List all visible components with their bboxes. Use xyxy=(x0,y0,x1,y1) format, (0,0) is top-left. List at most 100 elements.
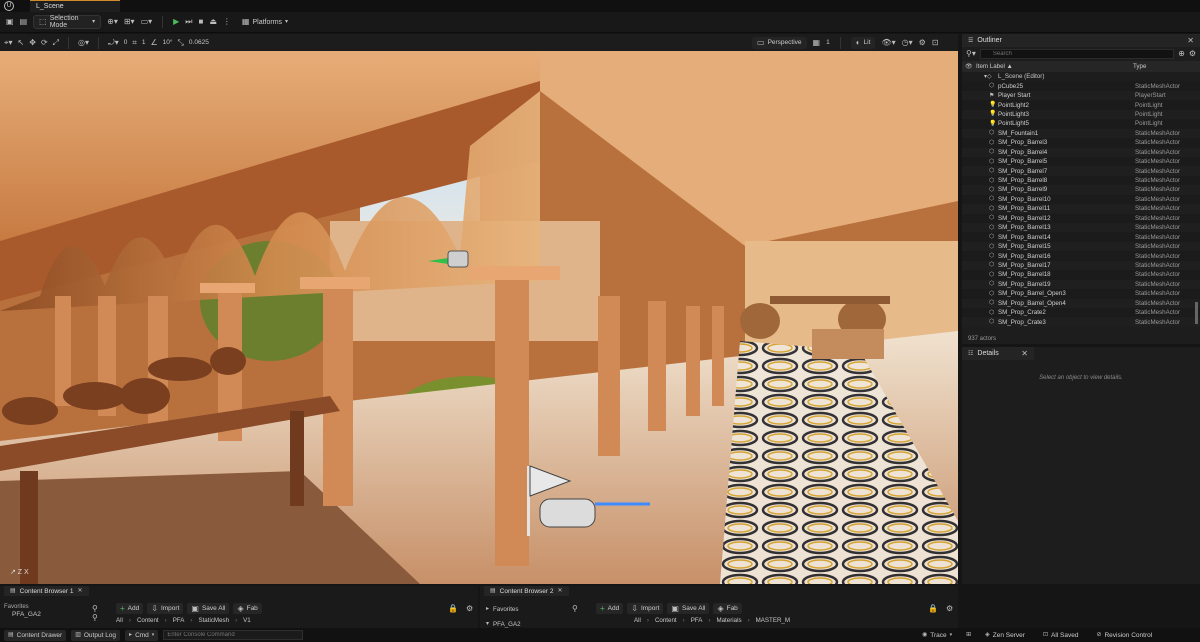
outliner-row[interactable]: ⬡ SM_Prop_Barrel13 StaticMeshActor xyxy=(962,223,1200,233)
add-button[interactable]: + Add xyxy=(596,603,624,614)
level-tab[interactable]: L_Scene xyxy=(30,0,120,12)
trace-button[interactable]: ◉ Trace ▾ xyxy=(918,630,956,641)
platforms-dropdown[interactable]: ▦ Platforms ▾ xyxy=(237,15,293,29)
zen-server-button[interactable]: ◈ Zen Server xyxy=(981,630,1029,641)
breadcrumb-item[interactable]: MASTER_M xyxy=(756,617,790,624)
outliner-row[interactable]: ⬡ SM_Prop_Barrel7 StaticMeshActor xyxy=(962,166,1200,176)
outliner-row[interactable]: ⬡ SM_Prop_Barrel_Open3 StaticMeshActor xyxy=(962,289,1200,299)
close-icon[interactable]: ✕ xyxy=(1187,36,1194,46)
tree-root-row[interactable]: ▾◇ L_Scene (Editor) xyxy=(962,72,1200,81)
surface-snap-icon[interactable]: ⤾▾ xyxy=(108,38,119,48)
outliner-tab[interactable]: ☰ Outliner ✕ xyxy=(962,34,1200,47)
outliner-row[interactable]: ⬡ SM_Prop_Barrel18 StaticMeshActor xyxy=(962,270,1200,280)
all-saved-button[interactable]: ⊡ All Saved xyxy=(1039,630,1083,641)
outliner-row[interactable]: ⬡ SM_Prop_Barrel15 StaticMeshActor xyxy=(962,241,1200,252)
scale-icon[interactable]: ⤢ xyxy=(53,38,59,48)
outliner-row[interactable]: ⬡ SM_Prop_Barrel5 StaticMeshActor xyxy=(962,156,1200,167)
outliner-row[interactable]: ⬡ SM_Prop_Barrel11 StaticMeshActor xyxy=(962,204,1200,214)
search-icon[interactable]: ⚲ xyxy=(92,613,98,623)
grid-snap-icon[interactable]: ⌗ xyxy=(132,38,137,48)
search-icon[interactable]: ⚲ xyxy=(572,604,578,614)
close-icon[interactable]: ✕ xyxy=(1021,349,1028,359)
performance-icon[interactable]: ◷▾ xyxy=(902,38,913,48)
outliner-row[interactable]: ⬡ SM_Prop_Crate2 StaticMeshActor xyxy=(962,307,1200,318)
blueprint-icon[interactable]: ⊞▾ xyxy=(124,17,135,27)
settings-icon[interactable]: ⚙ xyxy=(466,604,473,614)
add-actor-icon[interactable]: ⊕▾ xyxy=(107,17,118,27)
folder-icon[interactable]: ▤ xyxy=(20,17,28,27)
close-icon[interactable]: ✕ xyxy=(558,586,563,596)
rotation-grid-value[interactable]: 0 xyxy=(124,39,128,46)
outliner-row[interactable]: ⬡ SM_Prop_Barrel12 StaticMeshActor xyxy=(962,213,1200,223)
camera-speed-value[interactable]: 1 xyxy=(826,39,830,46)
selection-mode-dropdown[interactable]: ⬚ Selection Mode ▾ xyxy=(33,15,102,29)
cb1-folder[interactable]: PFA_GA2 xyxy=(12,611,41,618)
fab-button[interactable]: ◈ Fab xyxy=(713,603,742,614)
cb2-favorites[interactable]: ▸ Favorites xyxy=(486,604,518,614)
rotation-snap-value[interactable]: 10° xyxy=(163,39,173,46)
settings-icon[interactable]: ⚙ xyxy=(1189,49,1196,59)
outliner-row[interactable]: ⬡ SM_Prop_Barrel19 StaticMeshActor xyxy=(962,279,1200,290)
outliner-row[interactable]: 💡 PointLight5 PointLight xyxy=(962,119,1200,129)
close-icon[interactable]: ✕ xyxy=(78,586,83,596)
content-browser-1-tab[interactable]: ▤ Content Browser 1 ✕ xyxy=(4,586,89,596)
outliner-row[interactable]: ⬡ SM_Prop_Barrel17 StaticMeshActor xyxy=(962,260,1200,271)
outliner-row[interactable]: ⬡ SM_Prop_Barrel14 StaticMeshActor xyxy=(962,232,1200,242)
level-viewport[interactable]: ↗ Z X xyxy=(0,51,958,584)
launch-icon[interactable]: ⏏ xyxy=(209,17,217,27)
breadcrumb-item[interactable]: Content xyxy=(137,617,159,624)
scale-snap-value[interactable]: 0.0625 xyxy=(189,39,209,46)
outliner-row[interactable]: ⬡ SM_Prop_Barrel3 StaticMeshActor xyxy=(962,138,1200,148)
outliner-row[interactable]: ⬡ SM_Prop_Barrel8 StaticMeshActor xyxy=(962,175,1200,186)
cinematics-icon[interactable]: ▭▾ xyxy=(141,17,153,27)
breadcrumb-item[interactable]: V1 xyxy=(243,617,251,624)
breadcrumb-item[interactable]: All xyxy=(116,617,123,624)
show-flags-icon[interactable]: 👁▾ xyxy=(881,38,895,48)
details-tab[interactable]: ☷ Details ✕ xyxy=(962,347,1034,360)
import-button[interactable]: ⇩ Import xyxy=(147,603,184,614)
scale-snap-icon[interactable]: ⤡ xyxy=(178,38,184,48)
select-icon[interactable]: ↖ xyxy=(18,38,25,48)
outliner-row[interactable]: ⬡ SM_Prop_Barrel16 StaticMeshActor xyxy=(962,251,1200,261)
save-all-button[interactable]: ▣ Save All xyxy=(187,603,230,614)
cmd-dropdown[interactable]: ▸ Cmd ▾ xyxy=(125,629,159,641)
move-icon[interactable]: ✥ xyxy=(29,38,36,48)
stop-icon[interactable]: ■ xyxy=(199,17,204,27)
unreal-logo-icon[interactable]: U xyxy=(4,1,14,11)
rotate-icon[interactable]: ⟳ xyxy=(41,38,48,48)
column-item-label[interactable]: Item Label ▲ xyxy=(976,63,1013,70)
outliner-row[interactable]: ⬡ SM_Prop_Barrel_Open4 StaticMeshActor xyxy=(962,298,1200,308)
outliner-row[interactable]: ⬡ SM_Prop_Barrel10 StaticMeshActor xyxy=(962,194,1200,205)
breadcrumb-item[interactable]: PFA xyxy=(691,617,703,624)
content-drawer-button[interactable]: ▤ Content Drawer xyxy=(4,629,67,641)
save-all-button[interactable]: ▣ Save All xyxy=(667,603,710,614)
breadcrumb-item[interactable]: All xyxy=(634,617,641,624)
outliner-search-input[interactable] xyxy=(979,49,1175,59)
outliner-row[interactable]: 💡 PointLight2 PointLight xyxy=(962,100,1200,110)
lit-dropdown[interactable]: ◐ Lit xyxy=(850,36,876,49)
lock-icon[interactable]: 🔒 xyxy=(928,604,938,614)
grid-size-value[interactable]: 1 xyxy=(142,39,146,46)
save-icon[interactable]: ▣ xyxy=(6,17,14,27)
console-input[interactable] xyxy=(163,630,304,640)
column-type[interactable]: Type xyxy=(1133,63,1146,70)
import-button[interactable]: ⇩ Import xyxy=(627,603,664,614)
derived-data-icon[interactable]: ⊞ xyxy=(966,630,971,640)
play-icon[interactable]: ▶ xyxy=(173,17,179,27)
cb1-favorites[interactable]: Favorites xyxy=(4,604,29,610)
output-log-button[interactable]: ▥ Output Log xyxy=(71,629,121,641)
fab-button[interactable]: ◈ Fab xyxy=(233,603,262,614)
breadcrumb-item[interactable]: PFA xyxy=(173,617,185,624)
breadcrumb-item[interactable]: StaticMesh xyxy=(198,617,229,624)
content-browser-2-tab[interactable]: ▤ Content Browser 2 ✕ xyxy=(484,586,569,596)
settings-icon[interactable]: ⚙ xyxy=(946,604,953,614)
outliner-row[interactable]: ⬡ SM_Prop_Crate3 StaticMeshActor xyxy=(962,317,1200,327)
outliner-row[interactable]: ⬡ SM_Fountain1 StaticMeshActor xyxy=(962,128,1200,139)
step-icon[interactable]: ⏭ xyxy=(185,17,192,27)
outliner-row[interactable]: ⚑ Player Start PlayerStart xyxy=(962,90,1200,101)
outliner-row[interactable]: ⬡ SM_Prop_Barrel9 StaticMeshActor xyxy=(962,185,1200,195)
breadcrumb-item[interactable]: Content xyxy=(655,617,677,624)
outliner-row[interactable]: 💡 PointLight3 PointLight xyxy=(962,109,1200,120)
world-local-icon[interactable]: ◎▾ xyxy=(78,38,89,48)
add-filter-icon[interactable]: ⊕ xyxy=(1178,49,1185,59)
